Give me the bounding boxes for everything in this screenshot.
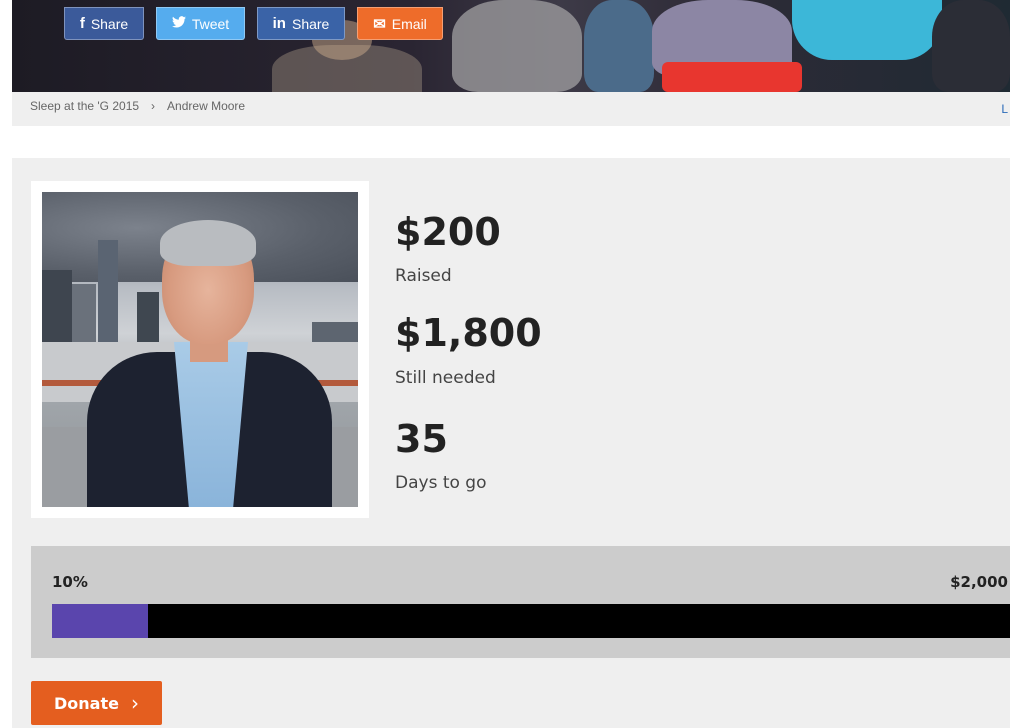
hero-photo-shape	[662, 62, 802, 92]
email-share-button[interactable]: ✉ Email	[357, 7, 443, 40]
twitter-bird-icon	[171, 15, 186, 32]
progress-fill	[52, 604, 148, 638]
photo-building	[42, 270, 72, 350]
email-share-label: Email	[391, 15, 427, 32]
twitter-tweet-label: Tweet	[191, 15, 230, 32]
linkedin-share-label: Share	[291, 15, 330, 32]
raised-label: Raised	[395, 266, 452, 286]
still-needed-label: Still needed	[395, 368, 496, 388]
profile-photo-frame	[31, 181, 369, 518]
donate-label: Donate	[54, 693, 119, 713]
chevron-right-icon: ›	[130, 691, 139, 715]
days-to-go-label: Days to go	[395, 473, 487, 493]
share-bar: f Share Tweet in Share ✉ Email	[64, 7, 443, 40]
hero-photo-shape	[584, 0, 654, 92]
breadcrumb-trail: Sleep at the 'G 2015 › Andrew Moore	[30, 99, 245, 113]
hero-photo-shape	[792, 0, 942, 60]
progress-percent: 10%	[52, 573, 88, 591]
envelope-icon: ✉	[373, 15, 386, 33]
breadcrumb-edge-link[interactable]: L	[1001, 102, 1008, 116]
breadcrumb-item-current: Andrew Moore	[167, 99, 246, 113]
hero-banner: f Share Tweet in Share ✉ Email	[12, 0, 1010, 92]
hero-photo-shape	[452, 0, 582, 92]
breadcrumb: Sleep at the 'G 2015 › Andrew Moore L	[12, 92, 1010, 126]
photo-building	[98, 240, 118, 350]
linkedin-icon: in	[272, 15, 286, 32]
progress-goal: $2,000	[950, 573, 1008, 591]
still-needed-amount: $1,800	[395, 311, 542, 355]
days-to-go-amount: 35	[395, 417, 448, 461]
facebook-icon: f	[79, 15, 85, 32]
profile-photo	[42, 192, 358, 507]
photo-hair	[160, 220, 256, 266]
photo-building	[72, 284, 96, 350]
twitter-tweet-button[interactable]: Tweet	[156, 7, 245, 40]
breadcrumb-item-event[interactable]: Sleep at the 'G 2015	[30, 99, 139, 113]
facebook-share-button[interactable]: f Share	[64, 7, 144, 40]
hero-photo-shape	[932, 0, 1010, 92]
progress-box: 10% $2,000	[31, 546, 1010, 658]
donate-button[interactable]: Donate ›	[31, 681, 162, 725]
linkedin-share-button[interactable]: in Share	[257, 7, 345, 40]
fundraiser-panel: $200 Raised $1,800 Still needed 35 Days …	[12, 158, 1010, 728]
breadcrumb-separator: ›	[151, 99, 156, 113]
facebook-share-label: Share	[90, 15, 129, 32]
raised-amount: $200	[395, 210, 501, 254]
progress-track	[52, 604, 1010, 638]
